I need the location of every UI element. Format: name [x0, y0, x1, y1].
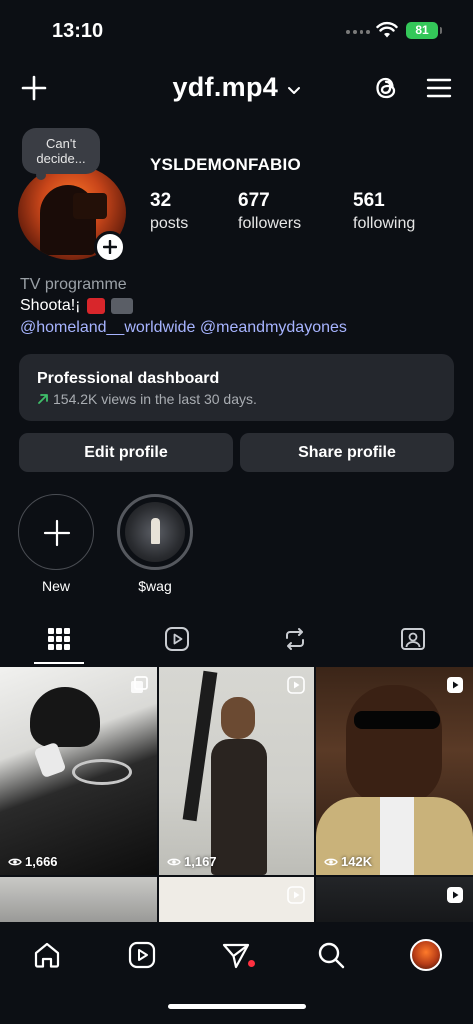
profile-header: ydf.mp4 [0, 64, 473, 114]
reposts-icon [286, 628, 304, 650]
post-view-count: 142K [324, 854, 372, 869]
threads-icon[interactable] [371, 73, 401, 103]
plus-icon [103, 240, 117, 254]
dashboard-views-text: 154.2K views in the last 30 days. [53, 391, 257, 407]
battery-indicator: 81 [406, 22, 442, 39]
grid-post[interactable] [0, 877, 157, 923]
direct-icon [222, 943, 250, 969]
post-view-count: 1,666 [8, 854, 58, 869]
note-bubble[interactable]: Can't decide... [22, 128, 100, 180]
tab-grid[interactable] [34, 620, 84, 664]
posts-label: posts [150, 215, 189, 232]
followers-label: followers [238, 215, 302, 232]
account-switcher[interactable]: ydf.mp4 [0, 72, 473, 103]
plus-icon [43, 519, 71, 547]
view-count-text: 1,666 [25, 854, 58, 869]
followers-count: 677 [238, 190, 270, 211]
dashboard-title: Professional dashboard [37, 370, 220, 387]
username: ydf.mp4 [172, 72, 279, 102]
new-highlight-ring [18, 494, 94, 570]
highlight-label: New [41, 578, 70, 594]
reel-icon [287, 886, 305, 904]
posts-grid: 1,666 1,167 142K [0, 667, 473, 923]
nav-profile-avatar[interactable] [410, 939, 442, 971]
bio: TV programme Shoota!¡ @homeland__worldwi… [20, 275, 460, 339]
bio-text-line: Shoota!¡ [20, 295, 460, 317]
new-highlight[interactable]: New [16, 494, 96, 594]
edit-profile-button[interactable]: Edit profile [19, 433, 233, 472]
bio-text: Shoota!¡ [20, 297, 81, 314]
following-count: 561 [353, 190, 385, 211]
status-time: 13:10 [52, 20, 104, 42]
nav-direct[interactable] [219, 938, 253, 972]
profile-category: TV programme [20, 276, 127, 293]
reel-icon [447, 887, 463, 903]
nav-search[interactable] [314, 938, 348, 972]
eye-icon [324, 858, 338, 865]
profile-screen: 13:10 81 ydf.mp4 Can't decide... YSLDEMO… [0, 0, 473, 1024]
menu-icon[interactable] [426, 76, 452, 100]
posts-count: 32 [150, 190, 172, 211]
reels-icon [165, 627, 189, 651]
dashboard-subtitle: 154.2K views in the last 30 days. [37, 391, 257, 407]
reel-icon [287, 676, 305, 694]
share-profile-button[interactable]: Share profile [240, 433, 454, 472]
grid-post[interactable]: 1,167 [159, 667, 314, 875]
grid-icon [48, 628, 70, 650]
highlight-swag[interactable]: $wag [115, 494, 195, 594]
professional-dashboard[interactable]: Professional dashboard 154.2K views in t… [19, 354, 454, 421]
status-bar: 13:10 81 [0, 0, 473, 60]
highlight-cover [117, 494, 193, 570]
nav-home[interactable] [30, 938, 64, 972]
tab-reels[interactable] [152, 620, 202, 664]
add-story-button[interactable] [94, 231, 126, 263]
nav-reels[interactable] [125, 938, 159, 972]
following-stat[interactable]: 561 following [353, 190, 415, 233]
grid-post[interactable] [159, 877, 314, 923]
reels-icon [128, 941, 156, 969]
notification-dot [248, 960, 255, 967]
tab-tagged[interactable] [388, 620, 438, 664]
grid-post[interactable]: 142K [316, 667, 473, 875]
home-icon [34, 942, 60, 968]
reel-icon [447, 677, 463, 693]
post-view-count: 1,167 [167, 854, 217, 869]
eye-icon [167, 858, 181, 865]
signal-dots-icon [346, 30, 370, 36]
chevron-down-icon [287, 86, 300, 94]
search-icon [318, 942, 345, 969]
carousel-icon [131, 676, 148, 693]
display-name: YSLDEMONFABIO [150, 155, 301, 174]
movie-camera-emoji-icon [111, 297, 134, 314]
wifi-icon [376, 21, 398, 38]
bio-links[interactable]: @homeland__worldwide @meandmydayones [20, 317, 460, 339]
view-count-text: 1,167 [184, 854, 217, 869]
highlight-label: $wag [138, 578, 172, 594]
posts-stat[interactable]: 32 posts [150, 190, 188, 233]
followers-stat[interactable]: 677 followers [238, 190, 301, 233]
trend-arrow-icon [38, 393, 48, 404]
eye-icon [8, 858, 22, 865]
tagged-icon [401, 628, 425, 650]
view-count-text: 142K [341, 854, 373, 869]
following-label: following [353, 215, 416, 232]
active-tab-indicator [34, 662, 84, 664]
grid-post[interactable] [316, 877, 473, 923]
fire-extinguisher-emoji-icon [86, 297, 105, 314]
home-indicator [168, 1004, 306, 1009]
tab-reposts[interactable] [270, 620, 320, 664]
profile-tabs [0, 620, 473, 666]
grid-post[interactable]: 1,666 [0, 667, 157, 875]
